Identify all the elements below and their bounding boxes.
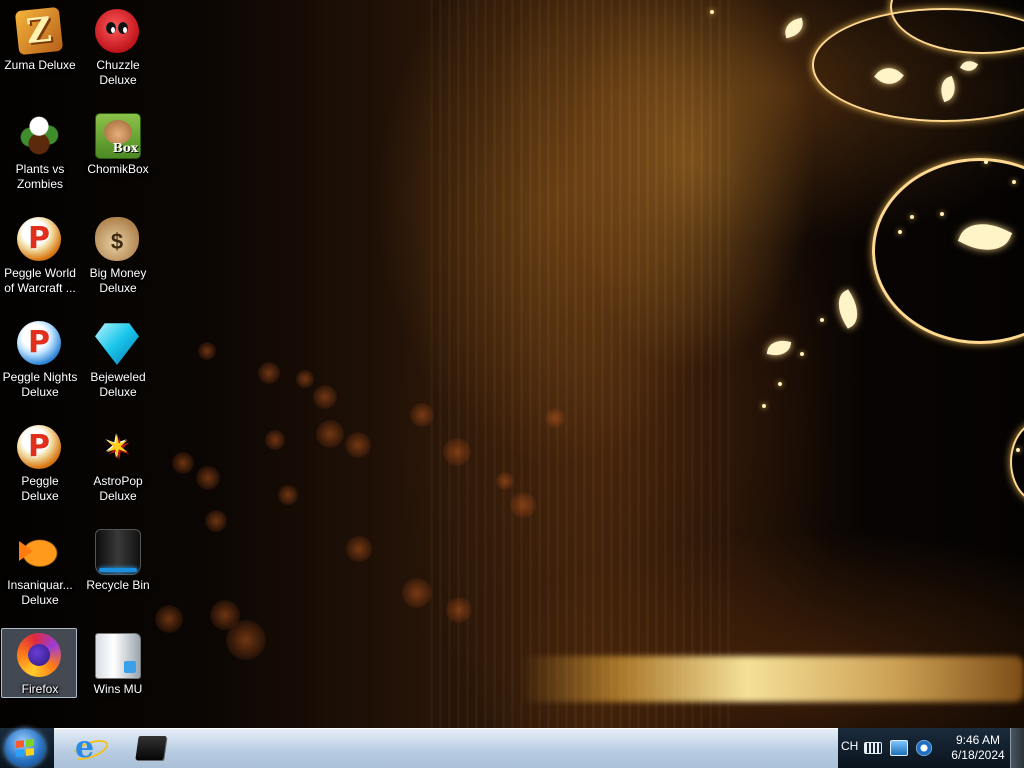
fish-icon — [17, 529, 61, 573]
money-bag-icon: $ — [95, 217, 139, 261]
desktop-icon-chomikbox[interactable]: Box ChomikBox — [79, 108, 155, 178]
peggle-nights-icon: P — [17, 321, 61, 365]
firefox-icon — [17, 633, 61, 677]
desktop-icon-bejeweled-deluxe[interactable]: Bejeweled Deluxe — [79, 316, 155, 400]
desktop-icon-peggle-deluxe[interactable]: P Peggle Deluxe — [1, 420, 77, 503]
windows-logo-icon — [16, 739, 34, 757]
peggle-icon: P — [17, 425, 61, 469]
start-button[interactable] — [5, 729, 45, 767]
clock[interactable]: 9:46 AM 6/18/2024 — [942, 733, 1014, 763]
keyboard-icon[interactable] — [864, 742, 882, 754]
network-icon[interactable] — [890, 740, 908, 756]
system-tray: CH 9:46 AM 6/18/2024 — [838, 728, 1024, 768]
language-indicator[interactable]: CH — [841, 739, 858, 753]
show-desktop-button[interactable] — [1010, 728, 1024, 768]
peggle-icon: P — [17, 217, 61, 261]
desktop-icon-insaniquarium-deluxe[interactable]: Insaniquar... Deluxe — [1, 524, 77, 608]
plants-vs-zombies-icon — [17, 113, 61, 157]
folder-file-icon — [95, 633, 141, 679]
desktop-icon-plants-vs-zombies[interactable]: Plants vs Zombies — [1, 108, 77, 192]
chomikbox-icon: Box — [95, 113, 141, 159]
desktop-icon-wins-mu[interactable]: Wins MU — [79, 628, 155, 698]
desktop-icon-big-money-deluxe[interactable]: $ Big Money Deluxe — [79, 212, 155, 296]
device-icon — [135, 736, 167, 760]
desktop-icon-astropop-deluxe[interactable]: ✶ AstroPop Deluxe — [79, 420, 155, 504]
internet-explorer-icon: e — [75, 730, 95, 765]
taskbar-internet-explorer[interactable]: e — [66, 731, 114, 765]
clock-date: 6/18/2024 — [951, 748, 1005, 762]
desktop-icon-peggle-world-of-warcraft[interactable]: P Peggle World of Warcraft ... — [1, 212, 77, 296]
chuzzle-icon — [95, 9, 139, 53]
volume-icon[interactable] — [916, 740, 932, 756]
clock-time: 9:46 AM — [955, 733, 1001, 747]
desktop-icon-chuzzle-deluxe[interactable]: Chuzzle Deluxe — [79, 4, 155, 88]
desktop-icon-recycle-bin[interactable]: Recycle Bin — [79, 524, 155, 594]
astropop-icon: ✶ — [103, 429, 131, 465]
zuma-icon: Z — [14, 6, 64, 56]
gem-icon — [95, 323, 139, 365]
taskbar-device[interactable] — [128, 731, 176, 765]
recycle-bin-icon — [95, 529, 141, 575]
desktop-icon-peggle-nights-deluxe[interactable]: P Peggle Nights Deluxe — [1, 316, 77, 400]
desktop-icon-firefox[interactable]: Firefox — [1, 628, 77, 698]
desktop-icon-zuma-deluxe[interactable]: Z Zuma Deluxe — [1, 4, 77, 74]
